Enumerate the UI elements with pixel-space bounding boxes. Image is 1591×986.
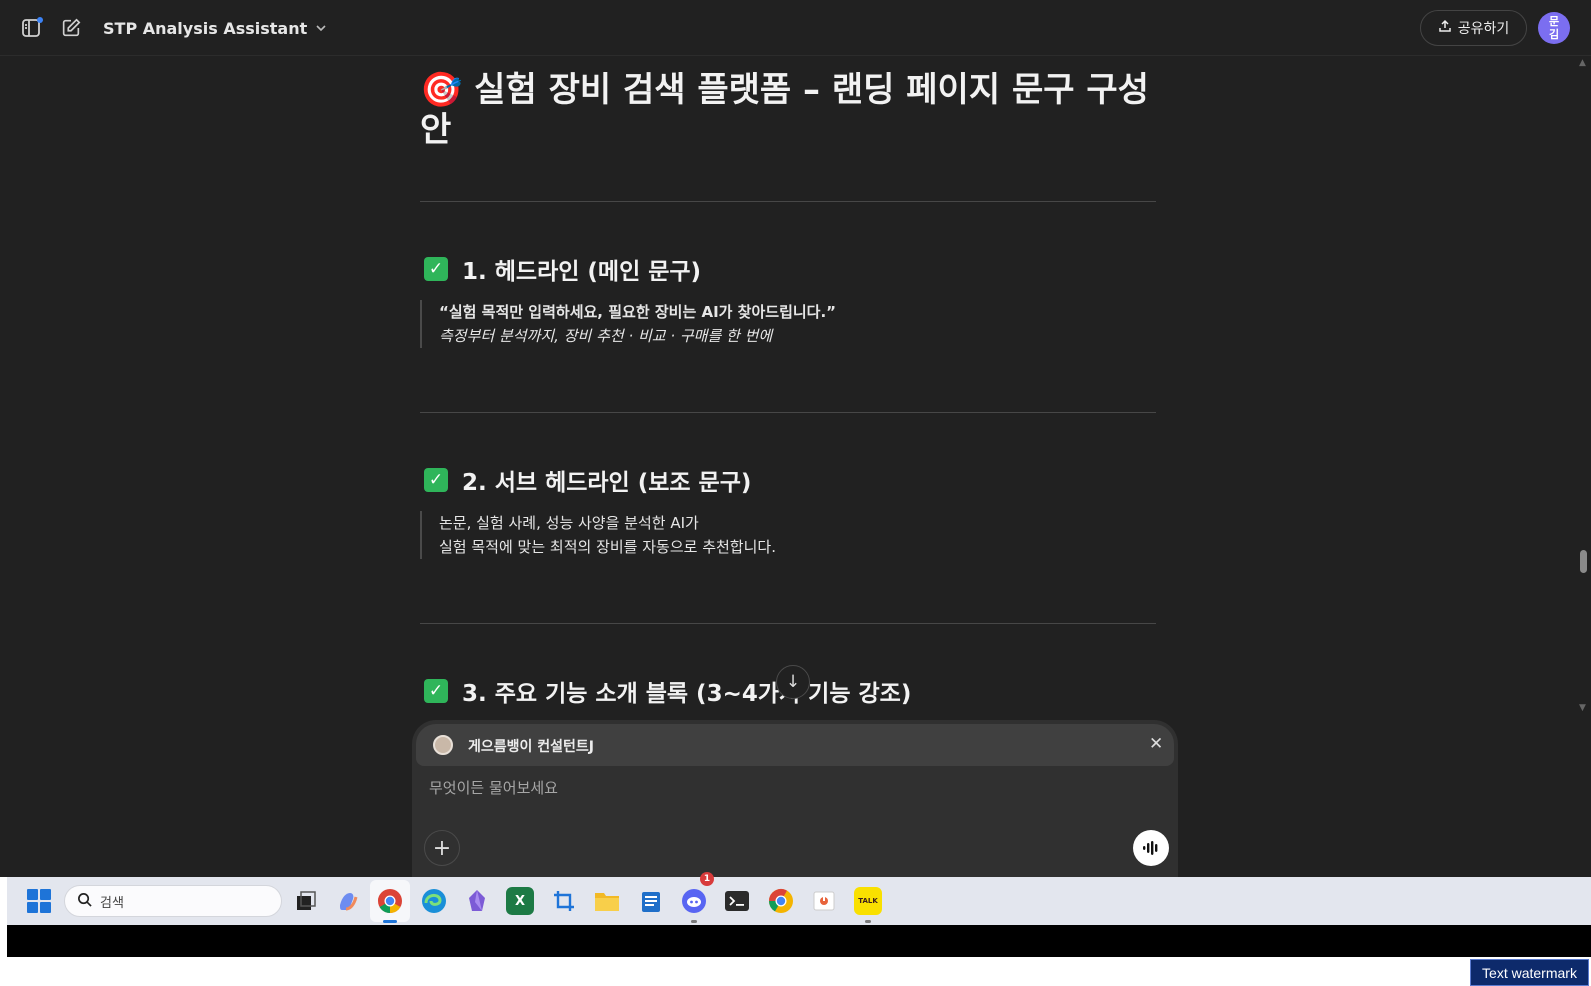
notification-badge: 1 — [700, 872, 714, 886]
selected-gpt-bar: 게으름뱅이 컨설턴트J ✕ — [416, 724, 1174, 766]
divider — [420, 623, 1156, 624]
new-chat-edit-icon[interactable] — [58, 15, 84, 41]
model-selector[interactable]: STP Analysis Assistant — [103, 15, 327, 41]
check-mark-icon: ✓ — [424, 257, 448, 281]
share-label: 공유하기 — [1457, 21, 1510, 37]
chrome-icon[interactable] — [376, 887, 404, 915]
arrow-down-icon: ↓ — [785, 672, 801, 692]
terminal-icon[interactable] — [723, 887, 751, 915]
section-heading: ✓ 3. 주요 기능 소개 블록 (3~4가지 기능 강조) — [424, 674, 911, 708]
check-mark-icon: ✓ — [424, 679, 448, 703]
discord-running-indicator — [691, 920, 697, 923]
windows-start-icon[interactable] — [27, 889, 51, 913]
avatar[interactable]: 문 김 — [1538, 12, 1570, 44]
scrollbar-thumb[interactable] — [1580, 550, 1587, 573]
search-placeholder: 검색 — [100, 895, 124, 911]
check-mark-icon: ✓ — [424, 468, 448, 492]
top-bar: STP Analysis Assistant 공유하기 문 김 — [0, 0, 1591, 56]
scroll-down-arrow-icon[interactable]: ▼ — [1579, 703, 1586, 713]
screen-bottom-strip — [7, 925, 1591, 957]
section-heading: ✓ 1. 헤드라인 (메인 문구) — [424, 252, 701, 286]
chrome-active-indicator — [383, 920, 397, 923]
page-title: STP Analysis Assistant — [103, 18, 308, 38]
article-title: 🎯 실험 장비 검색 플랫폼 – 랜딩 페이지 문구 구성안 — [420, 70, 1149, 150]
powerpoint-icon[interactable] — [810, 887, 838, 915]
scroll-to-bottom-button[interactable]: ↓ — [776, 665, 810, 699]
gpt-avatar — [433, 735, 453, 755]
kakaotalk-running-indicator — [865, 920, 871, 923]
voice-mode-icon — [1143, 841, 1158, 855]
close-icon[interactable]: ✕ — [1149, 734, 1163, 754]
composer: 게으름뱅이 컨설턴트J ✕ + — [412, 720, 1178, 877]
divider — [420, 412, 1156, 413]
attach-plus-button[interactable]: + — [424, 830, 460, 866]
upload-icon — [1438, 19, 1452, 37]
chevron-down-icon — [315, 19, 327, 38]
blockquote: “실험 목적만 입력하세요, 필요한 장비는 AI가 찾아드립니다.” 측정부터… — [420, 300, 836, 348]
scroll-up-arrow-icon[interactable]: ▲ — [1579, 58, 1586, 68]
sidebar-toggle-icon[interactable] — [19, 15, 45, 41]
watermark-label: Text watermark — [1470, 959, 1589, 986]
obsidian-icon[interactable] — [463, 887, 491, 915]
taskbar-search[interactable]: 검색 — [64, 885, 282, 917]
edge-icon[interactable] — [420, 887, 448, 915]
share-button[interactable]: 공유하기 — [1420, 10, 1527, 46]
excel-icon[interactable]: X — [506, 887, 534, 915]
gpt-name: 게으름뱅이 컨설턴트J — [468, 739, 595, 755]
windows-taskbar: 검색 X TALK — [7, 877, 1591, 925]
divider — [420, 201, 1156, 202]
task-view-icon[interactable] — [292, 887, 320, 915]
discord-icon[interactable] — [680, 887, 708, 915]
notepad-icon[interactable] — [637, 887, 665, 915]
kakaotalk-icon[interactable]: TALK — [854, 887, 882, 915]
chat-app-window: STP Analysis Assistant 공유하기 문 김 🎯 실험 장비 … — [0, 0, 1591, 877]
search-icon — [77, 892, 92, 911]
blockquote: 논문, 실험 사례, 성능 사양을 분석한 AI가 실험 목적에 맞는 최적의 … — [420, 511, 776, 559]
prompt-input[interactable] — [429, 776, 1129, 800]
voice-mode-button[interactable] — [1133, 830, 1169, 866]
plus-icon: + — [432, 835, 452, 861]
snipping-tool-icon[interactable] — [550, 887, 578, 915]
file-explorer-icon[interactable] — [593, 887, 621, 915]
section-heading: ✓ 2. 서브 헤드라인 (보조 문구) — [424, 463, 751, 497]
chrome-profile-icon[interactable] — [767, 887, 795, 915]
copilot-icon[interactable] — [334, 887, 362, 915]
